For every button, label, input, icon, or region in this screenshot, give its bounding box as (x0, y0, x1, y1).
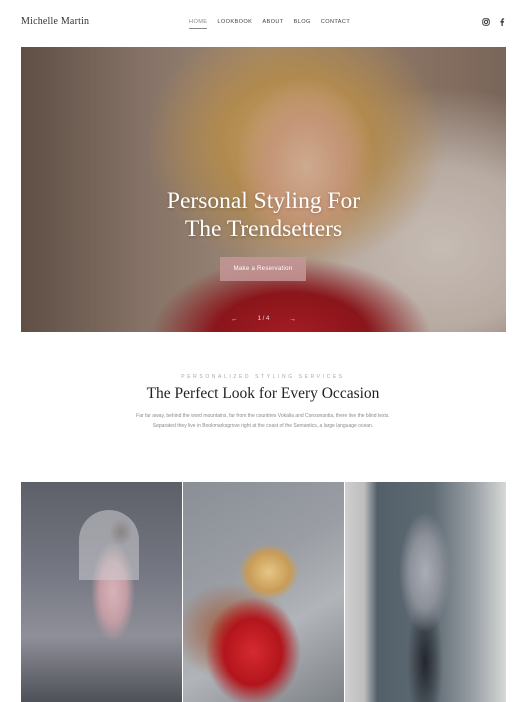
nav-blog[interactable]: BLOG (294, 19, 311, 29)
social-links (482, 18, 506, 26)
brand-logo[interactable]: Michelle Martin (21, 16, 89, 27)
gallery-image-man-blazer[interactable] (345, 482, 506, 702)
facebook-icon[interactable] (498, 18, 506, 26)
hero-title-line2: The Trendsetters (184, 216, 343, 242)
gallery-grid (21, 482, 506, 702)
section-title: The Perfect Look for Every Occasion (146, 385, 380, 402)
main-nav: HOME LOOKBOOK ABOUT BLOG CONTACT (189, 19, 350, 29)
slider-controls: ← 1 / 4 → (231, 314, 296, 324)
gallery-image-woman-pink-coat[interactable] (21, 482, 182, 702)
nav-home[interactable]: HOME (189, 19, 208, 29)
nav-contact[interactable]: CONTACT (321, 19, 350, 29)
instagram-icon[interactable] (482, 18, 490, 26)
gallery-image-woman-red-dress[interactable] (183, 482, 344, 702)
next-slide-arrow-icon[interactable]: → (289, 316, 296, 323)
site-header: Michelle Martin HOME LOOKBOOK ABOUT BLOG… (0, 0, 526, 46)
hero-banner: Personal Styling For The Trendsetters Ma… (21, 47, 506, 332)
prev-slide-arrow-icon[interactable]: ← (231, 316, 238, 323)
nav-about[interactable]: ABOUT (262, 19, 283, 29)
slide-indicator: 1 / 4 (257, 316, 270, 322)
hero-title: Personal Styling For The Trendsetters (21, 187, 506, 243)
section-eyebrow: Personalized Styling Services (181, 374, 345, 380)
nav-lookbook[interactable]: LOOKBOOK (217, 19, 252, 29)
section-description: Far far away, behind the word mountains,… (136, 413, 390, 429)
make-reservation-button[interactable]: Make a Reservation (220, 257, 306, 281)
hero-title-line1: Personal Styling For (166, 188, 361, 214)
